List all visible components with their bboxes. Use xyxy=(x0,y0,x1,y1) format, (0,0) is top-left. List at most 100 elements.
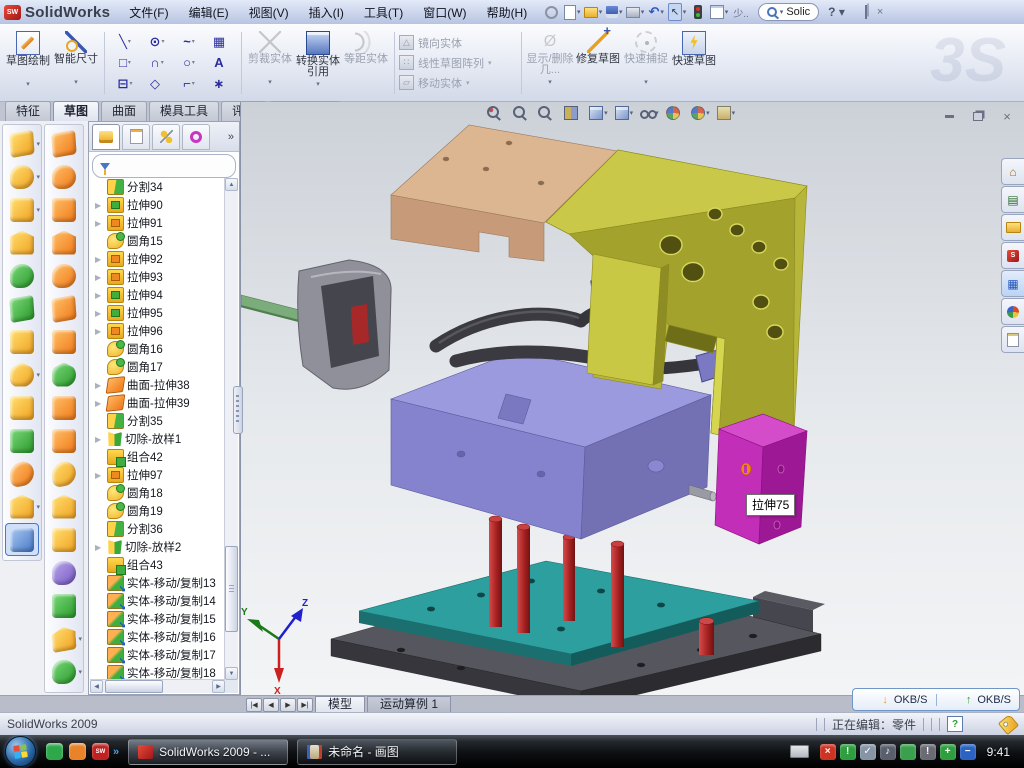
doc-restore-button[interactable] xyxy=(970,110,986,123)
doc-close-button[interactable]: × xyxy=(999,110,1015,123)
help-button[interactable]: ? ▾ xyxy=(828,5,845,19)
expand-arrow-icon[interactable]: ▶ xyxy=(95,543,104,552)
select-button[interactable]: ↖▾ xyxy=(668,4,686,20)
feature-tree-item[interactable]: ▶ 圆角15 xyxy=(90,232,225,250)
expand-arrow-icon[interactable]: ▶ xyxy=(95,399,104,408)
model-tab[interactable]: 模型 xyxy=(315,696,365,713)
sketch-entity-button[interactable]: A▾ xyxy=(205,56,237,70)
view-tool-button[interactable]: ▾ xyxy=(666,106,685,120)
toolbar-button[interactable]: ▾ xyxy=(47,655,81,688)
restore-button[interactable] xyxy=(865,7,867,17)
sketch-entity-button[interactable]: ∗▾ xyxy=(205,77,237,91)
toolbar-button[interactable]: ▾ xyxy=(47,523,81,556)
menu-item[interactable]: 插入(I) xyxy=(300,1,353,24)
sketch-entity-button[interactable]: ╲▾ xyxy=(109,35,141,49)
task-pane-tab[interactable] xyxy=(1001,326,1024,353)
toolbar-button[interactable]: ▾ xyxy=(47,325,81,358)
toolbar-button[interactable]: ▾ xyxy=(47,457,81,490)
view-tool-button[interactable]: ▾ xyxy=(691,106,710,120)
toolbar-button[interactable]: ▾ xyxy=(5,391,39,424)
toolbar-button[interactable]: ▾ xyxy=(47,259,81,292)
toolbar-button[interactable]: ▾ xyxy=(47,622,81,655)
ribbon-button[interactable]: 智能尺寸 ▾ xyxy=(52,28,100,98)
ribbon-button[interactable]: 快速草图 ▾ xyxy=(670,28,718,98)
ribbon-button[interactable]: 草图绘制 ▾ xyxy=(4,28,52,98)
toolbar-button[interactable]: ▾ xyxy=(47,292,81,325)
feature-tree-item[interactable]: ▶ 拉伸97 xyxy=(90,466,225,484)
part-core-block[interactable] xyxy=(391,351,716,539)
toolbar-button[interactable]: ▾ xyxy=(47,589,81,622)
toolbar-button[interactable]: ▾ xyxy=(5,424,39,457)
task-pane-tab[interactable]: ▤ xyxy=(1001,186,1024,213)
last-tab-button[interactable]: ▶| xyxy=(297,698,313,712)
feature-tree-item[interactable]: ▶ 拉伸96 xyxy=(90,322,225,340)
expand-arrow-icon[interactable]: ▶ xyxy=(95,471,104,480)
3d-model-exploded-mold-assembly[interactable]: X Y Z xyxy=(241,102,1024,695)
ribbon-button[interactable]: 显示/删除几... ▾ xyxy=(526,28,574,98)
new-document-button[interactable]: ▾ xyxy=(563,4,581,20)
pin-icon[interactable] xyxy=(542,4,560,20)
feature-tree-item[interactable]: ▶ 圆角17 xyxy=(90,358,225,376)
undo-button[interactable]: ↶▾ xyxy=(647,4,665,20)
feature-tree-item[interactable]: ▶ 实体-移动/复制16 xyxy=(90,628,225,646)
menu-item[interactable]: 工具(T) xyxy=(355,1,412,24)
task-pane-tab[interactable] xyxy=(1001,298,1024,325)
sketch-entity-button[interactable]: ~▾ xyxy=(173,35,205,49)
open-button[interactable]: ▾ xyxy=(584,4,602,20)
tray-icon[interactable]: ✓ xyxy=(860,744,876,760)
toolbar-button[interactable]: ▾ xyxy=(5,523,39,556)
tray-icon[interactable]: ! xyxy=(840,744,856,760)
start-button[interactable] xyxy=(5,736,36,767)
scroll-left-button[interactable]: ◀ xyxy=(90,680,103,693)
toolbar-button[interactable]: ▾ xyxy=(5,292,39,325)
toolbar-button[interactable]: ▾ xyxy=(47,127,81,160)
expand-arrow-icon[interactable]: ▶ xyxy=(95,309,104,318)
view-tool-button[interactable]: ▾ xyxy=(564,106,583,120)
keyboard-layout-icon[interactable] xyxy=(790,745,809,758)
tree-filter-input[interactable] xyxy=(92,154,236,178)
feature-tree-item[interactable]: ▶ 拉伸92 xyxy=(90,250,225,268)
rebuild-button[interactable] xyxy=(689,4,707,20)
toolbar-button[interactable]: ▾ xyxy=(5,127,39,160)
feature-tree-item[interactable]: ▶ 切除-放样2 xyxy=(90,538,225,556)
feature-tree-item[interactable]: ▶ 圆角18 xyxy=(90,484,225,502)
feature-tree-item[interactable]: ▶ 拉伸94 xyxy=(90,286,225,304)
command-manager-tab[interactable]: 曲面 xyxy=(101,101,147,121)
ribbon-button[interactable]: 剪裁实体 ▾ xyxy=(246,28,294,98)
ribbon-stack-button[interactable]: △ 镜向实体 ▾ xyxy=(399,35,517,51)
feature-tree-item[interactable]: ▶ 拉伸93 xyxy=(90,268,225,286)
view-tool-button[interactable]: ▾ xyxy=(487,106,506,120)
scroll-down-button[interactable]: ▼ xyxy=(225,667,238,680)
sketch-entity-button[interactable]: ⊙▾ xyxy=(141,35,173,49)
feature-tree-item[interactable]: ▶ 曲面-拉伸39 xyxy=(90,394,225,412)
part-clamp-unit[interactable] xyxy=(241,260,391,389)
sketch-entity-button[interactable]: ⌐▾ xyxy=(173,77,205,91)
toolbar-button[interactable]: ▾ xyxy=(5,259,39,292)
tab-feature-manager[interactable] xyxy=(92,124,120,150)
tray-icon[interactable]: − xyxy=(960,744,976,760)
toolbar-button[interactable]: ▾ xyxy=(5,325,39,358)
feature-tree-item[interactable]: ▶ 分割34 xyxy=(90,178,225,196)
sketch-entity-button[interactable]: ▦▾ xyxy=(205,35,237,49)
expand-arrow-icon[interactable]: ▶ xyxy=(95,381,104,390)
feature-tree-item[interactable]: ▶ 圆角16 xyxy=(90,340,225,358)
sketch-entity-button[interactable]: ∩▾ xyxy=(141,56,173,70)
expand-arrow-icon[interactable]: ▶ xyxy=(95,219,104,228)
expand-arrow-icon[interactable]: ▶ xyxy=(95,435,104,444)
feature-tree-item[interactable]: ▶ 实体-移动/复制17 xyxy=(90,646,225,664)
toolbar-button[interactable]: ▾ xyxy=(47,193,81,226)
search-dropdown-icon[interactable]: ▾ xyxy=(780,8,784,16)
view-tool-button[interactable]: ▾ xyxy=(589,106,608,120)
network-speed-widget[interactable]: ↓ OKB/S ↑ OKB/S xyxy=(852,688,1020,711)
toolbar-button[interactable]: ▾ xyxy=(47,160,81,193)
toolbar-button[interactable]: ▾ xyxy=(47,424,81,457)
toolbar-button[interactable]: ▾ xyxy=(47,556,81,589)
view-tool-button[interactable]: ▾ xyxy=(615,106,634,120)
expand-arrow-icon[interactable]: ▶ xyxy=(95,255,104,264)
expand-arrow-icon[interactable]: ▶ xyxy=(95,273,104,282)
menu-item[interactable]: 帮助(H) xyxy=(478,1,537,24)
view-tool-button[interactable]: ▾ xyxy=(538,106,557,120)
task-pane-tab[interactable]: ▦ xyxy=(1001,270,1024,297)
taskbar-clock[interactable]: 9:41 xyxy=(987,745,1010,759)
view-tool-button[interactable]: ▾ xyxy=(513,106,532,120)
